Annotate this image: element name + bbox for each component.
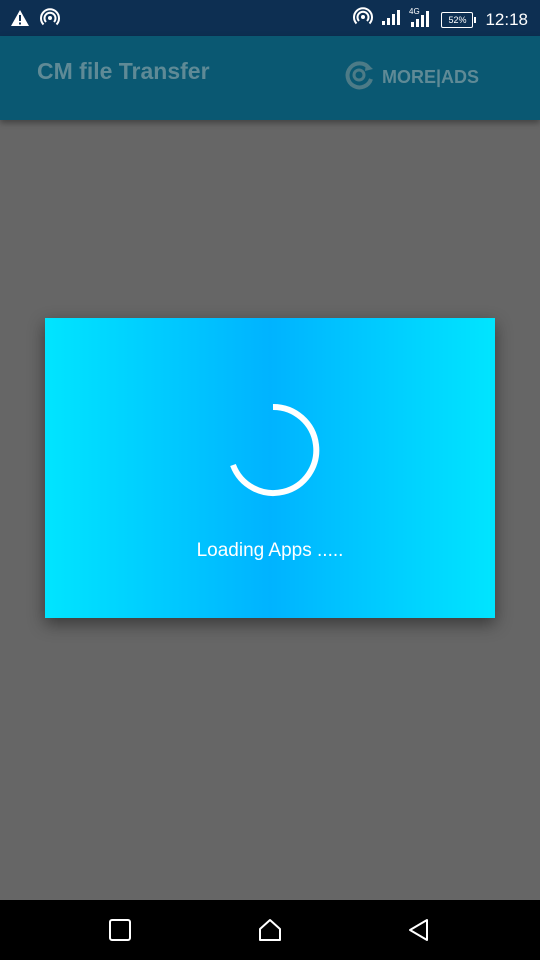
status-bar-right: 4G 52% 12:18: [353, 6, 528, 33]
network-type-label: 4G: [409, 7, 420, 16]
back-icon[interactable]: [406, 917, 432, 943]
more-ads-label: MORE|ADS: [382, 67, 480, 87]
signal-4g-icon: 4G: [409, 6, 433, 33]
status-bar-left: [10, 8, 60, 33]
recent-apps-icon[interactable]: [107, 917, 133, 943]
status-bar: 4G 52% 12:18: [0, 0, 540, 36]
warning-icon: [10, 9, 30, 32]
refresh-c-icon: [342, 58, 376, 97]
app-bar: CM file Transfer MORE|ADS: [0, 36, 540, 120]
battery-icon: 52%: [441, 11, 477, 28]
clock: 12:18: [485, 9, 528, 29]
loading-spinner-icon: [223, 400, 323, 500]
loading-message: Loading Apps .....: [196, 540, 344, 561]
battery-level: 52%: [448, 14, 467, 25]
signal-icon: [381, 8, 401, 31]
more-ads-button[interactable]: MORE|ADS: [342, 58, 479, 97]
app-title: CM file Transfer: [37, 58, 210, 84]
hotspot-icon: [353, 7, 374, 32]
home-icon[interactable]: [257, 917, 283, 943]
hotspot-icon: [40, 8, 60, 33]
navigation-bar: [0, 900, 540, 960]
loading-dialog: Loading Apps .....: [45, 318, 495, 618]
